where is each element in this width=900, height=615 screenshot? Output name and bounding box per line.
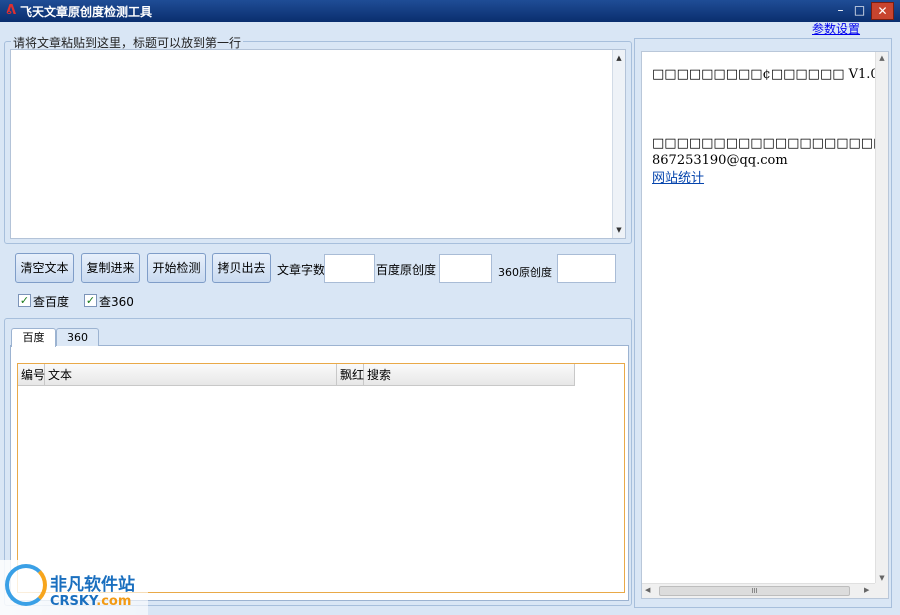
- tab-baidu[interactable]: 百度: [11, 328, 56, 347]
- settings-link[interactable]: 参数设置: [812, 20, 860, 37]
- column-header-text[interactable]: 文本: [45, 364, 337, 386]
- scroll-up-icon[interactable]: ▲: [876, 54, 888, 62]
- app-icon: ᕕ: [6, 3, 17, 18]
- column-header-search[interactable]: 搜索: [364, 364, 575, 386]
- title-bar: ᕕ 飞天文章原创度检测工具 – □ ✕: [0, 0, 900, 22]
- baidu-score-label: 百度原创度: [376, 263, 437, 277]
- info-email-text: 867253190@qq.com: [652, 153, 788, 168]
- info-horizontal-scrollbar[interactable]: ◀ III ▶: [642, 583, 876, 598]
- check-baidu-label: 查百度: [33, 295, 70, 309]
- tab-360[interactable]: 360: [56, 328, 99, 346]
- results-table[interactable]: 编号 文本 飘红 搜索: [17, 363, 625, 593]
- watermark-en-text: CRSKY.com: [50, 594, 131, 609]
- char-count-label: 文章字数: [277, 263, 326, 277]
- scroll-right-icon[interactable]: ▶: [864, 586, 869, 594]
- watermark-en-dot: .com: [96, 594, 132, 609]
- scroll-thumb[interactable]: III: [659, 586, 850, 596]
- scroll-down-icon[interactable]: ▼: [876, 574, 888, 582]
- site-stats-link[interactable]: 网站统计: [652, 170, 704, 187]
- article-scrollbar[interactable]: ▲ ▼: [612, 50, 625, 238]
- article-textarea[interactable]: ▲ ▼: [10, 49, 626, 239]
- watermark-circle-icon: [5, 564, 47, 606]
- s360-score-label: 360原创度: [498, 266, 552, 279]
- watermark-en-main: CRSKY: [50, 594, 97, 609]
- baidu-score-field[interactable]: [439, 254, 492, 283]
- check-baidu-box[interactable]: ✓: [18, 294, 31, 307]
- paste-in-button[interactable]: 复制进来: [81, 253, 140, 283]
- s360-score-field[interactable]: [557, 254, 616, 283]
- close-button[interactable]: ✕: [871, 2, 894, 20]
- check-360-box[interactable]: ✓: [84, 294, 97, 307]
- start-check-button[interactable]: 开始检测: [147, 253, 206, 283]
- info-browser[interactable]: □□□□□□□□□¢□□□□□□ V1.0 □□□□□□□□□□□□□□□□□□…: [641, 51, 889, 599]
- results-table-header: 编号 文本 飘红 搜索: [18, 364, 575, 386]
- column-header-id[interactable]: 编号: [18, 364, 45, 386]
- check-baidu-checkbox[interactable]: ✓ 查百度: [18, 293, 78, 309]
- info-vertical-scrollbar[interactable]: ▲ ▼: [875, 52, 888, 584]
- watermark-cn-text: 非凡软件站: [50, 575, 135, 595]
- check-360-label: 查360: [99, 295, 134, 309]
- scroll-up-icon[interactable]: ▲: [613, 52, 625, 64]
- window-title: 飞天文章原创度检测工具: [20, 5, 153, 19]
- watermark-logo: 非凡软件站 CRSKY.com: [0, 560, 148, 615]
- info-contact-text: □□□□□□□□□□□□□□□□□□□□¢□□□□□: [652, 136, 888, 151]
- scroll-left-icon[interactable]: ◀: [645, 586, 650, 594]
- maximize-button[interactable]: □: [848, 2, 871, 20]
- check-360-checkbox[interactable]: ✓ 查360: [84, 293, 144, 309]
- scroll-corner: [875, 583, 888, 598]
- column-header-red[interactable]: 飘红: [337, 364, 364, 386]
- copy-out-button[interactable]: 拷贝出去: [212, 253, 271, 283]
- scroll-down-icon[interactable]: ▼: [613, 224, 625, 236]
- clear-text-button[interactable]: 清空文本: [15, 253, 74, 283]
- char-count-field[interactable]: [324, 254, 375, 283]
- info-version-text: □□□□□□□□□¢□□□□□□ V1.0: [652, 67, 879, 82]
